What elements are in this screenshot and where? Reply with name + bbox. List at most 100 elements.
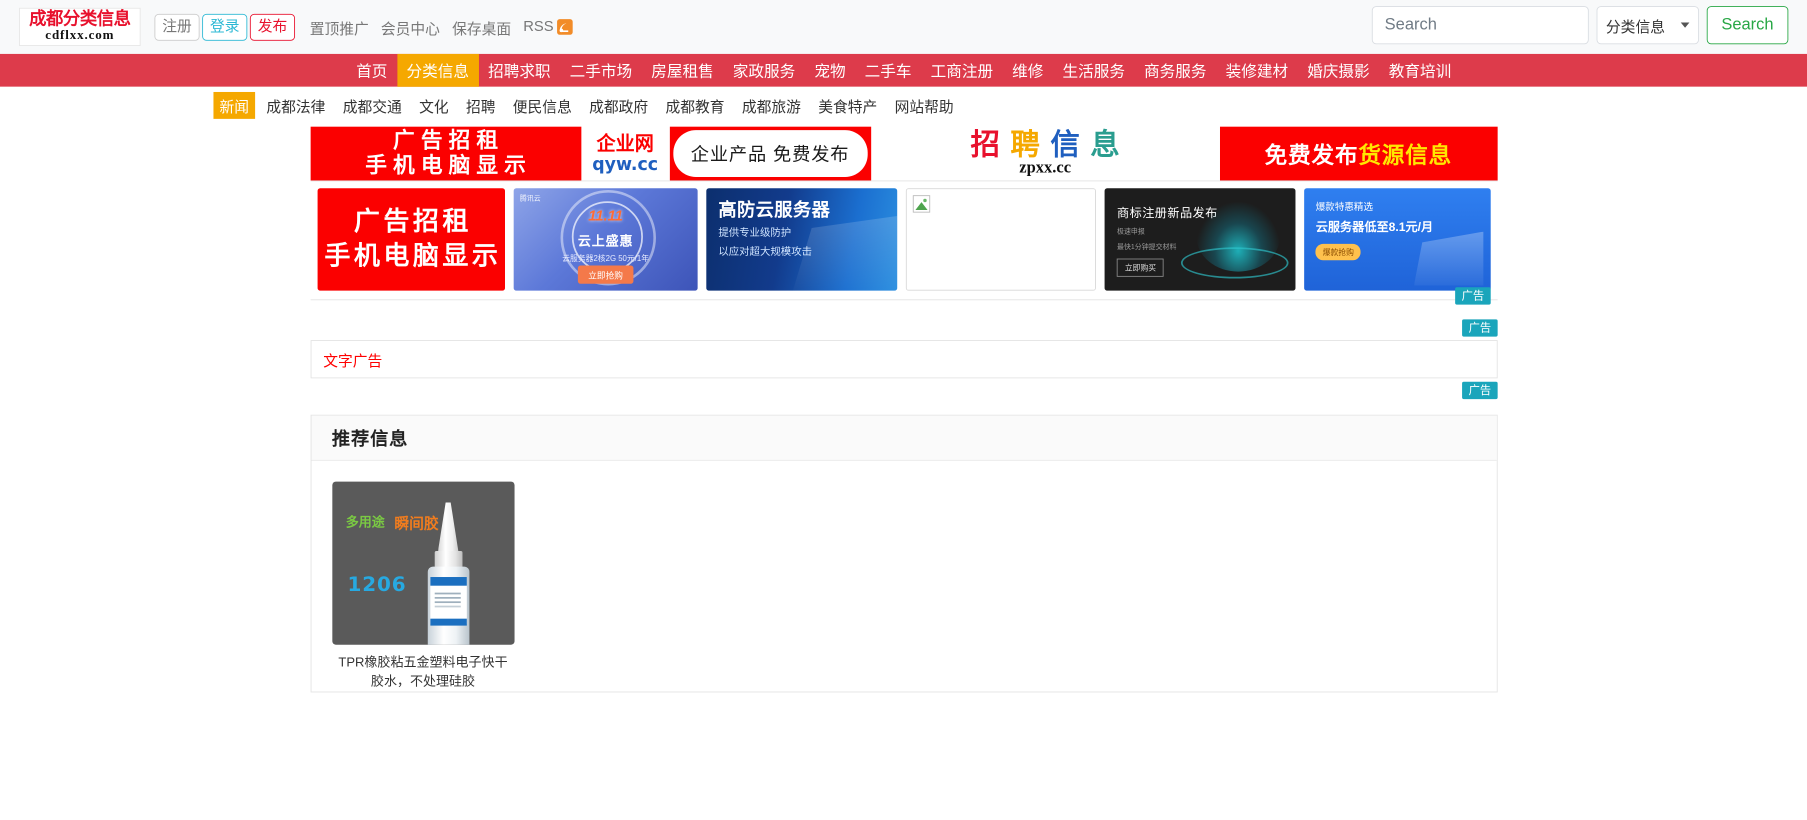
recommend-section: 推荐信息 多用途 瞬间胶 1206 TPR橡胶粘五金塑料电子快干胶水，不处理硅胶 [310,414,1498,693]
card-tencent-promo: 11.11 [588,207,623,224]
nav-item-used-cars[interactable]: 二手车 [855,54,921,87]
recommend-header: 推荐信息 [311,415,1497,461]
nav-item-home[interactable]: 首页 [347,54,397,87]
nav-item-repair[interactable]: 维修 [1003,54,1053,87]
subnav-item-chengdu-government[interactable]: 成都政府 [583,92,654,119]
top-promotion-link[interactable]: 置顶推广 [310,16,369,38]
subnav-item-chengdu-education[interactable]: 成都教育 [659,92,730,119]
rss-link[interactable]: RSS [523,18,573,35]
main-navigation: 首页 分类信息 招聘求职 二手市场 房屋租售 家政服务 宠物 二手车 工商注册 … [0,53,1807,87]
subnav-item-site-help[interactable]: 网站帮助 [889,92,960,119]
nav-item-business-services[interactable]: 商务服务 [1135,54,1217,87]
card-tencent-cta[interactable]: 立即抢购 [577,265,634,284]
main-navigation-items: 首页 分类信息 招聘求职 二手市场 房屋租售 家政服务 宠物 二手车 工商注册 … [347,53,1461,87]
subnav-item-chengdu-law[interactable]: 成都法律 [260,92,331,119]
login-button[interactable]: 登录 [202,13,248,41]
card-cloud-discount-ad[interactable]: 爆款特惠精选 云服务器低至8.1元/月 爆款抢购 [1304,188,1491,291]
banner-row-top: 广告招租 手机电脑显示 企业网 qyw.cc 企业产品 免费发布 招聘信息 zp… [310,126,1498,181]
card-tencent-sub: 云服务器2核2G 50元/1年 [562,254,650,263]
save-desktop-link[interactable]: 保存桌面 [452,16,511,38]
banner-recruit-char3: 信 [1050,128,1091,162]
recommend-thumbnail[interactable]: 多用途 瞬间胶 1206 [331,481,515,645]
list-item[interactable]: 多用途 瞬间胶 1206 TPR橡胶粘五金塑料电子快干胶水，不处理硅胶 [331,481,515,692]
card-broken-image-ad[interactable] [905,188,1097,291]
search-area: 分类信息 Search [1371,6,1789,45]
subnav-item-food-specialty[interactable]: 美食特产 [812,92,883,119]
search-input[interactable] [1371,6,1589,45]
sub-navigation: 新闻 成都法律 成都交通 文化 招聘 便民信息 成都政府 成都教育 成都旅游 美… [0,86,1807,124]
card-cloud-title: 爆款特惠精选 [1315,202,1373,213]
card-cloud-sub: 云服务器低至8.1元/月 [1315,219,1434,234]
broken-image-icon [912,195,931,213]
rss-icon [557,19,573,35]
category-select[interactable]: 分类信息 [1596,6,1699,45]
page-root: 成都分类信息 cdflxx.com 注册 登录 发布 置顶推广 会员中心 保存桌… [0,0,1807,712]
glue-bottle-icon [422,502,474,645]
card-ddos-title: 高防云服务器 [718,200,831,221]
subnav-item-chengdu-tourism[interactable]: 成都旅游 [736,92,807,119]
nav-item-housing[interactable]: 房屋租售 [642,54,724,87]
header-links: 注册 登录 发布 置顶推广 会员中心 保存桌面 RSS [154,13,573,41]
banner-ad-rent[interactable]: 广告招租 手机电脑显示 [310,126,581,181]
banner-recruit-domain: zpxx.cc [1019,158,1072,178]
card-trademark-ad[interactable]: 商标注册新品发布 极速申报 最快1分钟提交材料 立即购买 [1104,188,1296,291]
card-ad-rent-line1: 广告招租 [353,207,472,237]
card-anti-ddos-server[interactable]: 高防云服务器 提供专业级防护 以应对超大规模攻击 [706,188,898,291]
category-select-value: 分类信息 [1605,18,1665,36]
banner-qyw-title: 企业网 [596,132,654,155]
register-button[interactable]: 注册 [154,13,200,41]
bottle-band [429,618,467,626]
subnav-item-chengdu-traffic[interactable]: 成都交通 [337,92,408,119]
card-tencent-brand: 腾讯云 [519,194,541,203]
text-ad-label: 文字广告 [323,352,383,370]
nav-item-business-registration[interactable]: 工商注册 [921,54,1003,87]
publish-button[interactable]: 发布 [249,13,296,41]
banner-qyw[interactable]: 企业网 qyw.cc [582,126,668,181]
subnav-item-culture[interactable]: 文化 [413,92,455,119]
banner-row-cards: 广告招租 手机电脑显示 腾讯云 11.11 云上盛惠 云服务器2核2G 50元/… [310,188,1497,291]
nav-item-life-services[interactable]: 生活服务 [1053,54,1135,87]
banner-recruit-char4: 息 [1090,128,1131,162]
site-logo[interactable]: 成都分类信息 cdflxx.com [19,7,141,46]
recommend-body: 多用途 瞬间胶 1206 TPR橡胶粘五金塑料电子快干胶水，不处理硅胶 [311,461,1496,692]
hologram-ring-icon [1181,247,1289,279]
nav-item-secondhand-market[interactable]: 二手市场 [560,54,642,87]
nav-item-education-training[interactable]: 教育培训 [1379,54,1461,87]
nav-item-pets[interactable]: 宠物 [805,54,855,87]
banner-qyw-domain: qyw.cc [592,153,659,175]
banner-supply-info[interactable]: 免费发布 货源信息 [1219,126,1498,181]
card-ad-rent-line2: 手机电脑显示 [324,242,502,271]
banner-free-publish-text: 企业产品 免费发布 [672,130,868,178]
nav-item-wedding-photography[interactable]: 婚庆摄影 [1298,54,1380,87]
banner-row-cards-container: 广告招租 手机电脑显示 腾讯云 11.11 云上盛惠 云服务器2核2G 50元/… [310,180,1498,305]
ad-label-text-top: 广告 [1462,319,1498,337]
banner-recruit-char1: 招 [970,128,1011,162]
card-tencent-cloud[interactable]: 腾讯云 11.11 云上盛惠 云服务器2核2G 50元/1年 立即抢购 [513,188,698,291]
server-stack-icon [1413,231,1484,286]
nav-item-jobs[interactable]: 招聘求职 [479,54,561,87]
logo-title: 成都分类信息 [29,9,131,29]
text-ad-box[interactable]: 文字广告 [310,340,1498,379]
nav-item-housekeeping[interactable]: 家政服务 [723,54,805,87]
text-ad-section: 广告 文字广告 广告 [310,319,1498,400]
ad-label-banner-row: 广告 [1455,287,1491,305]
nav-item-decoration-materials[interactable]: 装修建材 [1216,54,1298,87]
banner-supply-yellow: 货源信息 [1358,141,1453,168]
banner-recruit-title: 招聘信息 [960,129,1130,160]
bottle-label [429,577,467,624]
card-ad-rent[interactable]: 广告招租 手机电脑显示 [317,188,506,291]
recommend-title: 推荐信息 [331,429,409,450]
card-trademark-cta[interactable]: 立即购买 [1117,258,1164,277]
card-cloud-pill[interactable]: 爆款抢购 [1315,243,1361,261]
search-button[interactable]: Search [1706,6,1789,45]
member-center-link[interactable]: 会员中心 [381,16,440,38]
ad-label-text-bottom: 广告 [1462,381,1498,400]
banner-supply-white: 免费发布 [1264,141,1359,168]
subnav-item-recruitment[interactable]: 招聘 [460,92,502,119]
banner-recruit[interactable]: 招聘信息 zpxx.cc [872,126,1218,181]
banner-free-publish[interactable]: 企业产品 免费发布 [669,126,871,181]
nav-item-classified[interactable]: 分类信息 [396,53,479,87]
subnav-item-news[interactable]: 新闻 [213,91,256,119]
banner-ad-rent-line2: 手机电脑显示 [365,153,532,178]
subnav-item-public-info[interactable]: 便民信息 [507,92,578,119]
